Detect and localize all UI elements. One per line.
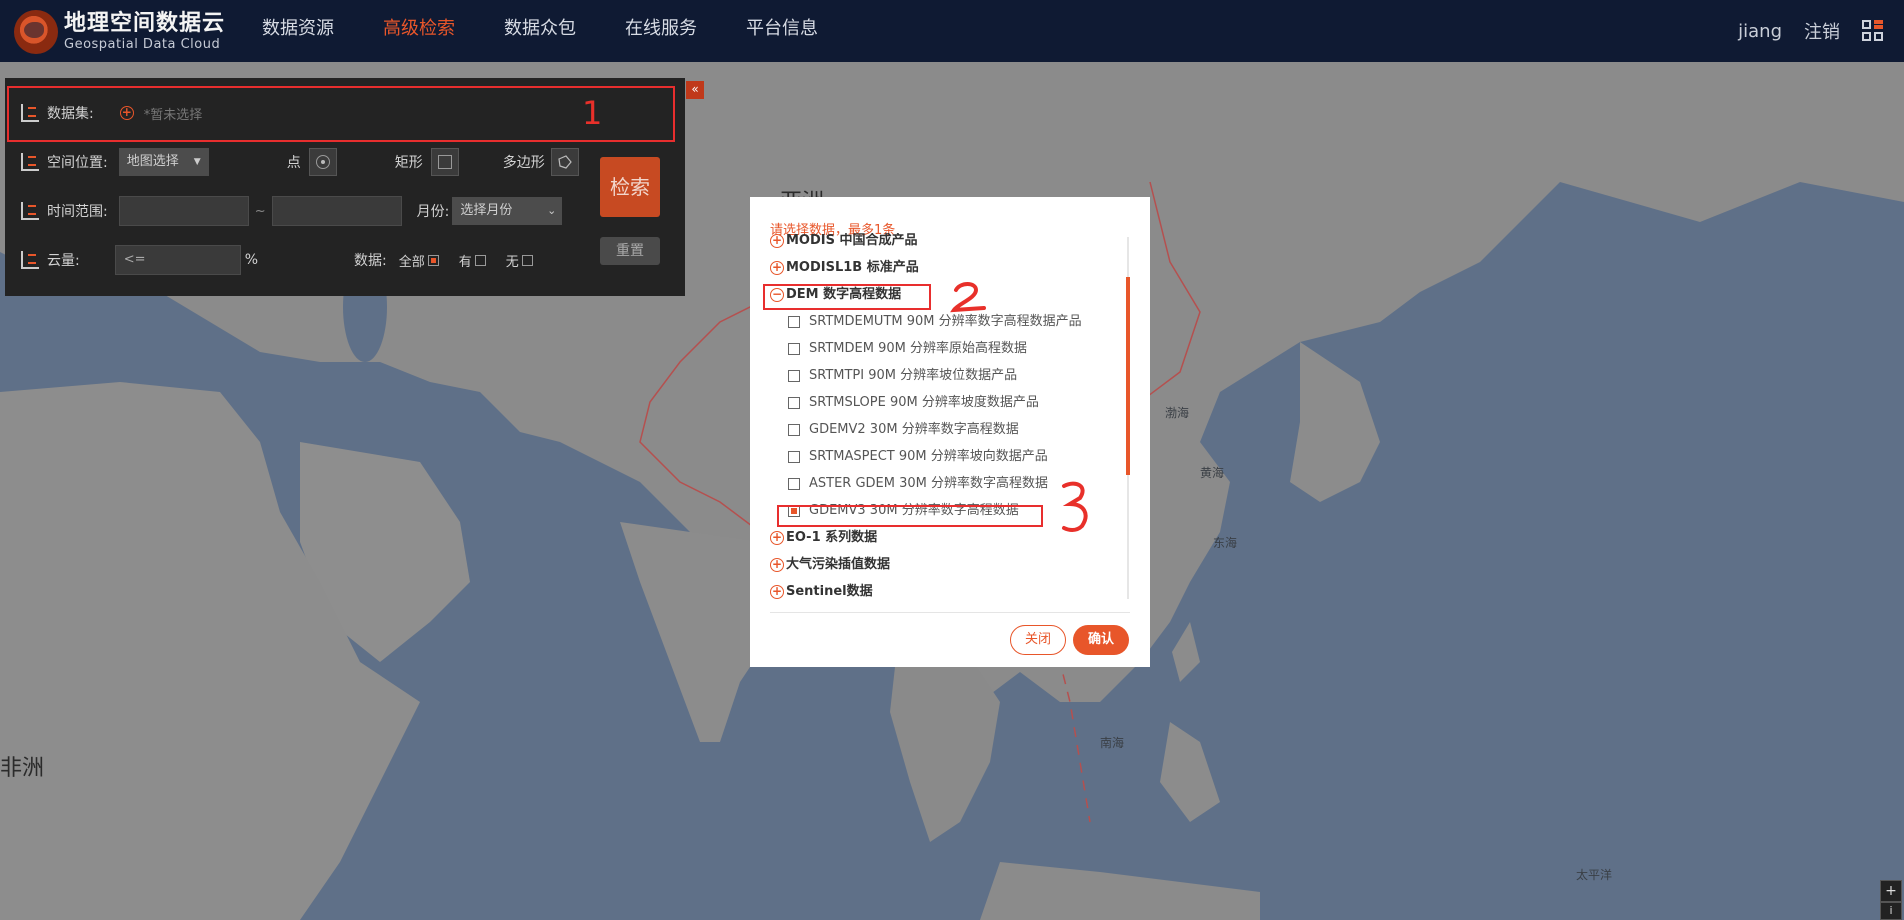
map-label-huanghai: 黄海 bbox=[1200, 466, 1225, 480]
checkbox[interactable] bbox=[788, 342, 800, 355]
dem-item-gdemv2[interactable]: GDEMV2 30M 分辨率数字高程数据 bbox=[770, 416, 1130, 443]
dem-item-srtmtpi[interactable]: SRTMTPI 90M 分辨率坡位数据产品 bbox=[770, 362, 1130, 389]
point-label: 点 bbox=[286, 155, 301, 171]
tree-group-air-pollution[interactable]: + 大气污染插值数据 bbox=[770, 551, 1130, 578]
reset-button[interactable]: 重置 bbox=[600, 237, 660, 265]
logo-title-cn: 地理空间数据云 bbox=[64, 11, 226, 36]
site-logo[interactable]: 地理空间数据云 Geospatial Data Cloud bbox=[14, 10, 225, 54]
space-label: 空间位置: bbox=[47, 155, 108, 171]
checkbox[interactable] bbox=[788, 315, 800, 328]
opt-all-checkbox[interactable] bbox=[427, 254, 439, 266]
dem-item-srtmslope[interactable]: SRTMSLOPE 90M 分辨率坡度数据产品 bbox=[770, 389, 1130, 416]
point-tool-button[interactable] bbox=[308, 148, 337, 176]
dialog-divider bbox=[770, 612, 1130, 613]
map-label-africa: 非洲 bbox=[0, 756, 45, 781]
expand-icon[interactable]: + bbox=[770, 530, 784, 545]
polygon-label: 多边形 bbox=[502, 155, 545, 171]
globe-logo-icon bbox=[14, 10, 58, 54]
polygon-icon bbox=[558, 155, 572, 169]
month-select[interactable]: 选择月份 ⌄ bbox=[452, 197, 563, 225]
annotation-box-2 bbox=[763, 284, 931, 310]
start-date-input[interactable] bbox=[118, 196, 249, 226]
cloud-unit: % bbox=[244, 252, 259, 268]
checkbox[interactable] bbox=[788, 450, 800, 463]
username-link[interactable]: jiang bbox=[1738, 21, 1782, 42]
main-menu: 数据资源 高级检索 数据众包 在线服务 平台信息 bbox=[262, 0, 867, 62]
map-label-donghai: 东海 bbox=[1213, 536, 1238, 550]
annotation-number-1: 1 bbox=[582, 94, 603, 132]
opt-none-label[interactable]: 无 bbox=[506, 251, 519, 270]
nav-item-online-services[interactable]: 在线服务 bbox=[625, 0, 697, 62]
tree-group-sentinel[interactable]: + Sentinel数据 bbox=[770, 578, 1130, 601]
calendar-icon bbox=[21, 202, 39, 220]
cloud-input[interactable]: <= bbox=[114, 245, 241, 275]
month-label: 月份: bbox=[416, 204, 450, 220]
cloud-label: 云量: bbox=[47, 253, 80, 269]
expand-icon[interactable]: + bbox=[770, 557, 784, 572]
data-filter-label: 数据: bbox=[354, 253, 387, 269]
expand-icon[interactable]: + bbox=[770, 260, 784, 275]
tree-scrollbar-thumb[interactable] bbox=[1126, 277, 1130, 475]
checkbox[interactable] bbox=[788, 423, 800, 436]
checkbox[interactable] bbox=[788, 369, 800, 382]
expand-icon[interactable]: + bbox=[770, 233, 784, 248]
map-label-pacific: 太平洋 bbox=[1576, 868, 1613, 882]
nav-item-platform-info[interactable]: 平台信息 bbox=[746, 0, 818, 62]
opt-has-label[interactable]: 有 bbox=[459, 251, 472, 270]
search-button[interactable]: 检索 bbox=[600, 157, 660, 217]
zoom-in-button[interactable]: + bbox=[1880, 880, 1902, 902]
nav-item-advanced-search[interactable]: 高级检索 bbox=[383, 0, 455, 62]
checkbox[interactable] bbox=[788, 477, 800, 490]
logo-title-en: Geospatial Data Cloud bbox=[64, 37, 221, 52]
nav-item-crowdsourcing[interactable]: 数据众包 bbox=[504, 0, 576, 62]
top-navbar: 地理空间数据云 Geospatial Data Cloud 数据资源 高级检索 … bbox=[0, 0, 1904, 62]
nav-item-data-resources[interactable]: 数据资源 bbox=[262, 0, 334, 62]
opt-none-checkbox[interactable] bbox=[521, 254, 533, 266]
checkbox[interactable] bbox=[788, 396, 800, 409]
annotation-box-1 bbox=[7, 86, 675, 142]
collapse-panel-button[interactable]: « bbox=[686, 81, 704, 99]
logout-link[interactable]: 注销 bbox=[1804, 18, 1840, 44]
app-grid-icon[interactable] bbox=[1862, 20, 1884, 42]
dataset-select-dialog: 请选择数据，最多1条 + MODIS 中国合成产品 + MODISL1B 标准产品 … bbox=[750, 197, 1150, 667]
cloud-icon bbox=[21, 251, 39, 269]
map-label-nanhai: 南海 bbox=[1100, 736, 1125, 750]
expand-icon[interactable]: + bbox=[770, 584, 784, 599]
rect-label: 矩形 bbox=[394, 155, 423, 171]
end-date-input[interactable] bbox=[271, 196, 402, 226]
polygon-tool-button[interactable] bbox=[550, 148, 579, 176]
opt-has-checkbox[interactable] bbox=[474, 254, 486, 266]
time-row: 时间范围: ~ 月份: 选择月份 ⌄ bbox=[5, 196, 563, 226]
point-icon bbox=[315, 155, 330, 169]
space-select[interactable]: 地图选择 ▼ bbox=[118, 148, 209, 176]
time-label: 时间范围: bbox=[47, 204, 108, 220]
confirm-button[interactable]: 确认 bbox=[1073, 625, 1129, 655]
tree-group-modis-china[interactable]: + MODIS 中国合成产品 bbox=[770, 233, 1130, 254]
time-separator: ~ bbox=[254, 203, 266, 219]
rect-tool-button[interactable] bbox=[430, 148, 459, 176]
map-label-bohai: 渤海 bbox=[1165, 406, 1190, 420]
dem-item-srtmaspect[interactable]: SRTMASPECT 90M 分辨率坡向数据产品 bbox=[770, 443, 1130, 470]
opt-all-label[interactable]: 全部 bbox=[399, 251, 425, 270]
cloud-row: 云量: <= % 数据: 全部 有 无 bbox=[5, 245, 533, 275]
annotation-box-3 bbox=[777, 505, 1043, 527]
close-button[interactable]: 关闭 bbox=[1010, 625, 1066, 655]
info-icon[interactable]: i bbox=[1880, 902, 1902, 920]
tree-group-modisl1b[interactable]: + MODISL1B 标准产品 bbox=[770, 254, 1130, 281]
dem-item-srtmdem[interactable]: SRTMDEM 90M 分辨率原始高程数据 bbox=[770, 335, 1130, 362]
space-row: 空间位置: 地图选择 ▼ 点 矩形 多边形 bbox=[5, 147, 579, 177]
location-icon bbox=[21, 153, 39, 171]
rectangle-icon bbox=[437, 155, 452, 169]
